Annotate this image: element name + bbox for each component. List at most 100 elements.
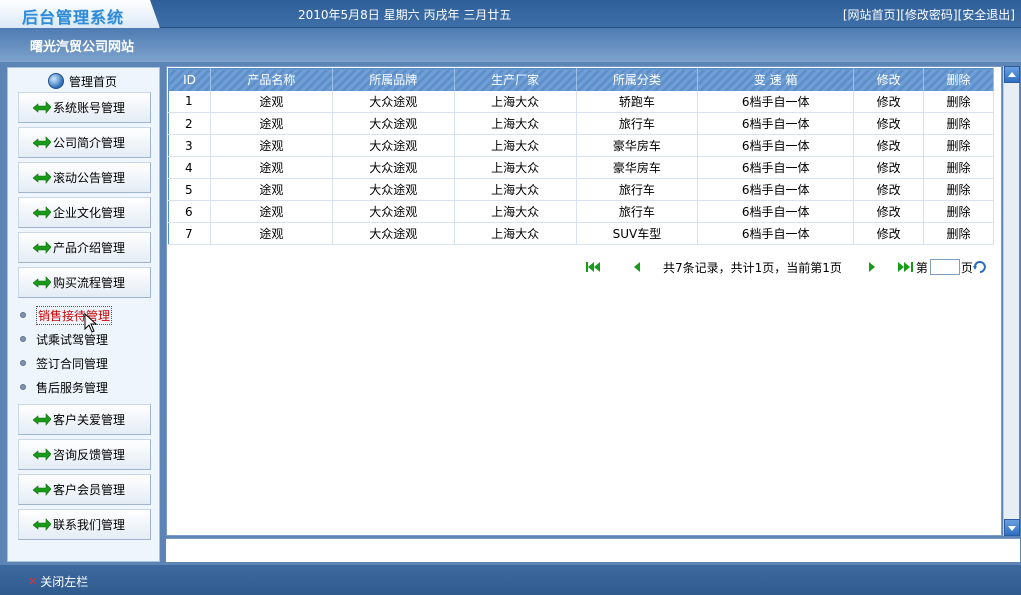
globe-icon: [48, 73, 64, 89]
sidebar-menu-item[interactable]: 企业文化管理: [18, 197, 151, 228]
table-cell: 旅行车: [576, 200, 699, 223]
table-body: 1 途观 大众途观 上海大众 轿跑车 6档手自一体 修改 删除 2 途观 大众途观 上海大众 旅行车 6档…: [168, 90, 994, 245]
table-cell: 途观: [210, 222, 333, 245]
sidebar-submenu-item[interactable]: 售后服务管理: [20, 378, 108, 396]
sidebar: 管理首页 系统账号管理 公司简介管理滚动公告管理 企业文化管理产品介绍管理购买流程管…: [0, 62, 165, 565]
date-display: 2010年5月8日 星期六 丙戌年 三月廿五: [298, 8, 512, 22]
sidebar-menu-label: 系统账号管理: [53, 101, 126, 115]
goto-suffix: 页: [960, 260, 973, 275]
top-bar: 后台管理系统 2010年5月8日 星期六 丙戌年 三月廿五 [网站首页][修改密…: [0, 0, 1021, 28]
table-cell: 6: [168, 200, 211, 223]
delete-link[interactable]: 删除: [923, 112, 994, 135]
refresh-icon[interactable]: [972, 261, 987, 273]
logo: 后台管理系统: [22, 8, 125, 27]
scroll-up-button[interactable]: [1004, 66, 1020, 83]
next-page-icon[interactable]: [864, 261, 880, 273]
table-cell: 途观: [210, 178, 333, 201]
logout-link[interactable]: [安全退出]: [958, 8, 1015, 22]
scroll-down-button[interactable]: [1004, 519, 1020, 536]
nav-home[interactable]: 管理首页: [48, 72, 117, 90]
bullet-icon: [20, 384, 26, 390]
edit-link[interactable]: 修改: [853, 156, 925, 179]
sidebar-menu-item[interactable]: 客户会员管理: [18, 474, 151, 505]
bullet-icon: [20, 360, 26, 366]
first-page-icon[interactable]: [585, 261, 601, 273]
sidebar-menu-item[interactable]: 产品介绍管理: [18, 232, 151, 263]
scrollbar[interactable]: [1003, 66, 1020, 536]
sidebar-submenu-item[interactable]: 销售接待管理: [20, 305, 113, 325]
sidebar-menu-label: 公司简介管理: [53, 136, 126, 150]
sidebar-submenu-label: 试乘试驾管理: [36, 332, 109, 347]
table-cell: 旅行车: [576, 178, 699, 201]
prev-page-icon[interactable]: [629, 261, 645, 273]
table-cell: 大众途观: [332, 112, 455, 135]
table-row: 5 途观 大众途观 上海大众 旅行车 6档手自一体 修改 删除: [168, 178, 994, 201]
green-arrow-icon: [33, 518, 51, 531]
edit-link[interactable]: 修改: [853, 134, 925, 157]
sidebar-menu-item[interactable]: 客户关爱管理: [18, 404, 151, 435]
green-arrow-icon: [33, 483, 51, 496]
edit-link[interactable]: 修改: [853, 90, 925, 113]
green-arrow-icon: [33, 136, 51, 149]
sidebar-menu-item[interactable]: 咨询反馈管理: [18, 439, 151, 470]
table-cell: 上海大众: [454, 112, 577, 135]
table-cell: 1: [168, 90, 211, 113]
sidebar-menu-item[interactable]: 联系我们管理: [18, 509, 151, 540]
column-header: 变 速 箱: [697, 68, 855, 91]
table-cell: 豪华房车: [576, 156, 699, 179]
bottom-panel: [166, 538, 1020, 562]
sidebar-menu-label: 客户关爱管理: [53, 413, 126, 427]
table-cell: 6档手自一体: [697, 134, 855, 157]
table-cell: 途观: [210, 112, 333, 135]
last-page-icon[interactable]: [894, 261, 916, 273]
sidebar-submenu-label: 签订合同管理: [36, 356, 109, 371]
sidebar-menu-item[interactable]: 滚动公告管理: [18, 162, 151, 193]
table-cell: 途观: [210, 156, 333, 179]
table-cell: SUV车型: [576, 222, 699, 245]
sidebar-menu-item[interactable]: 系统账号管理: [18, 92, 151, 123]
green-arrow-icon: [33, 206, 51, 219]
edit-link[interactable]: 修改: [853, 222, 925, 245]
table-row: 4 途观 大众途观 上海大众 豪华房车 6档手自一体 修改 删除: [168, 156, 994, 179]
bullet-icon: [20, 336, 26, 342]
green-arrow-icon: [33, 101, 51, 114]
table-cell: 上海大众: [454, 178, 577, 201]
table-cell: 大众途观: [332, 156, 455, 179]
close-sidebar-label: 关闭左栏: [40, 575, 89, 589]
sidebar-submenu-label: 售后服务管理: [36, 380, 109, 395]
sidebar-menu-label: 产品介绍管理: [53, 241, 126, 255]
table-cell: 大众途观: [332, 134, 455, 157]
edit-link[interactable]: 修改: [853, 178, 925, 201]
edit-link[interactable]: 修改: [853, 112, 925, 135]
green-arrow-icon: [33, 413, 51, 426]
sidebar-menu-item[interactable]: 购买流程管理: [18, 267, 151, 298]
table-cell: 6档手自一体: [697, 200, 855, 223]
delete-link[interactable]: 删除: [923, 178, 994, 201]
column-header: ID: [168, 68, 211, 91]
sidebar-menu-item[interactable]: 公司简介管理: [18, 127, 151, 158]
nav-home-label: 管理首页: [69, 74, 118, 89]
green-arrow-icon: [33, 241, 51, 254]
table-cell: 6档手自一体: [697, 112, 855, 135]
edit-link[interactable]: 修改: [853, 200, 925, 223]
table-row: 3 途观 大众途观 上海大众 豪华房车 6档手自一体 修改 删除: [168, 134, 994, 157]
delete-link[interactable]: 删除: [923, 222, 994, 245]
goto-prefix: 第: [915, 260, 928, 275]
pager: 共7条记录，共计1页，当前第1页 第 页: [585, 258, 987, 276]
sidebar-submenu-item[interactable]: 签订合同管理: [20, 354, 108, 372]
delete-link[interactable]: 删除: [923, 156, 994, 179]
column-header: 生产厂家: [454, 68, 577, 91]
page-number-input[interactable]: [929, 259, 960, 275]
column-header: 修改: [853, 68, 925, 91]
table-cell: 大众途观: [332, 222, 455, 245]
column-header: 所属品牌: [332, 68, 455, 91]
main-area: ID 产品名称 所属品牌 生产厂家 所属分类变 速 箱修改 删除 1 途观 大众途观 上海大众轿…: [165, 62, 1021, 565]
sidebar-menu-label: 客户会员管理: [53, 483, 126, 497]
home-link[interactable]: [网站首页]: [843, 8, 900, 22]
delete-link[interactable]: 删除: [923, 200, 994, 223]
delete-link[interactable]: 删除: [923, 134, 994, 157]
close-sidebar-button[interactable]: ✕ 关闭左栏: [28, 573, 88, 590]
delete-link[interactable]: 删除: [923, 90, 994, 113]
change-password-link[interactable]: [修改密码]: [900, 8, 957, 22]
table-cell: 旅行车: [576, 112, 699, 135]
